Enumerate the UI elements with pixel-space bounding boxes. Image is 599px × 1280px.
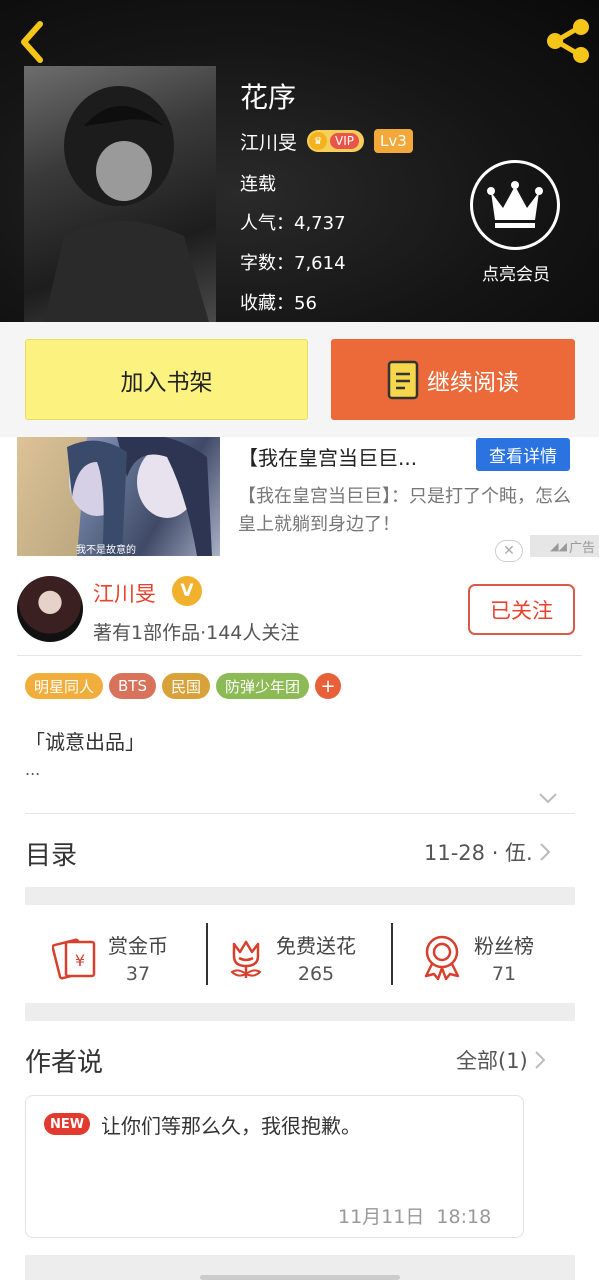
level-badge: Lv3 [374, 129, 413, 153]
flower-icon [230, 940, 262, 978]
ad-logo-icon: ◢◢ [550, 539, 567, 553]
tag-item[interactable]: BTS [109, 673, 156, 699]
expand-intro-button[interactable] [538, 790, 558, 809]
book-cover[interactable] [24, 66, 216, 322]
ad-description: 【我在皇宫当巨巨】：只是打了个盹，怎么皇上就躺到身边了！ [238, 486, 571, 535]
toc-title[interactable]: 目录 [25, 835, 77, 872]
stat-value: 37 [125, 962, 151, 985]
home-indicator[interactable] [200, 1275, 400, 1280]
divider [17, 655, 582, 656]
author-line: 江川旻 ♛ VIP Lv3 [240, 128, 413, 154]
reward-coin-icon: ¥ [52, 938, 96, 980]
tag-item[interactable]: 民国 [162, 673, 211, 699]
vip-label: VIP [330, 133, 359, 149]
chevron-right-icon [535, 1051, 546, 1069]
continue-reading-button[interactable]: 继续阅读 [331, 339, 575, 420]
book-title: 花序 [240, 81, 297, 114]
tag-item[interactable]: 防弹少年团 [216, 673, 310, 699]
reward-coins-stat[interactable]: ¥ 赏金币 37 [52, 925, 168, 989]
member-label[interactable]: 点亮会员 [468, 260, 564, 285]
stat-separator [391, 923, 393, 985]
action-bar: 加入书架 继续阅读 [0, 322, 599, 437]
author-message-text: 让你们等那么久，我很抱歉。 [101, 1114, 361, 1138]
popularity: 人气：4,737 [240, 213, 346, 234]
author-message-card[interactable]: NEW 让你们等那么久，我很抱歉。 11月11日 18:18 [25, 1095, 524, 1238]
ad-view-details-button[interactable]: 查看详情 [476, 438, 570, 471]
ad-title[interactable]: 【我在皇宫当巨巨... [238, 442, 417, 471]
author-says-title: 作者说 [25, 1048, 104, 1078]
tag-list: 明星同人 BTS 民国 防弹少年团 + [25, 673, 342, 699]
stat-label: 粉丝榜 [474, 933, 534, 958]
stat-separator [206, 923, 208, 985]
tag-item[interactable]: 明星同人 [25, 673, 104, 699]
latest-chapter-text: 11-28 · 伍. [424, 841, 533, 865]
cover-figure [44, 86, 209, 322]
share-button[interactable] [544, 18, 592, 64]
book-icon [387, 360, 419, 399]
follow-button[interactable]: 已关注 [468, 584, 575, 635]
ad-illustration [17, 437, 212, 556]
view-all-messages[interactable]: 全部(1) [456, 1045, 546, 1075]
book-intro: 「诚意出品」 [25, 730, 145, 754]
ad-label: ◢◢ 广告 [530, 535, 599, 557]
member-button[interactable] [470, 160, 560, 250]
fan-ranking-text: 粉丝榜 71 [474, 930, 534, 985]
author-name[interactable]: 江川旻 [93, 578, 156, 608]
back-button[interactable] [16, 20, 48, 64]
stat-value: 71 [491, 962, 517, 985]
ad-image-caption: 我不是故意的 [76, 545, 136, 556]
author-avatar[interactable] [17, 576, 83, 642]
stat-label: 赏金币 [108, 933, 168, 958]
crown-coin-icon: ♛ [309, 132, 328, 150]
stat-label: 免费送花 [276, 933, 356, 958]
book-header: 花序 江川旻 ♛ VIP Lv3 连载 人气：4,737 字数：7,614 收藏… [0, 0, 599, 322]
divider [25, 813, 575, 814]
ad-close-icon[interactable]: ✕ [495, 540, 523, 562]
favorites-count: 收藏：56 [240, 293, 317, 314]
message-timestamp: 11月11日 18:18 [338, 1206, 492, 1228]
section-separator [25, 1003, 575, 1021]
svg-text:¥: ¥ [75, 951, 85, 970]
add-tag-icon[interactable]: + [315, 673, 342, 699]
crown-icon [487, 181, 543, 228]
toc-latest-chapter[interactable]: 11-28 · 伍. [424, 837, 551, 867]
share-icon [547, 19, 589, 63]
add-to-shelf-button[interactable]: 加入书架 [25, 339, 308, 420]
reward-coins-text: 赏金币 37 [108, 930, 168, 985]
chevron-right-icon [540, 843, 551, 861]
header-author-name[interactable]: 江川旻 [240, 128, 297, 155]
free-flower-stat[interactable]: 免费送花 265 [226, 925, 356, 989]
continue-reading-label: 继续阅读 [427, 369, 519, 396]
ad-tag-text: 广告 [568, 540, 595, 556]
serial-status: 连载 [240, 174, 276, 195]
ad-image[interactable] [17, 437, 220, 556]
verified-icon: V [172, 576, 202, 606]
view-all-label: 全部(1) [456, 1049, 528, 1073]
vip-badge: ♛ VIP [307, 130, 364, 152]
ad-banner[interactable]: 我不是故意的 【我在皇宫当巨巨... 查看详情 【我在皇宫当巨巨】：只是打了个盹… [0, 437, 599, 566]
new-badge: NEW [44, 1113, 91, 1135]
free-flower-text: 免费送花 265 [276, 930, 356, 985]
stat-value: 265 [297, 962, 335, 985]
fan-ranking-stat[interactable]: 粉丝榜 71 [420, 925, 534, 989]
back-arrow-icon [21, 21, 43, 63]
word-count: 字数：7,614 [240, 253, 346, 274]
author-stats: 著有1部作品·144人关注 [93, 622, 300, 644]
section-separator [25, 887, 575, 905]
ribbon-medal-icon [424, 935, 460, 980]
chevron-down-icon [539, 793, 557, 804]
intro-more: ... [25, 760, 41, 779]
